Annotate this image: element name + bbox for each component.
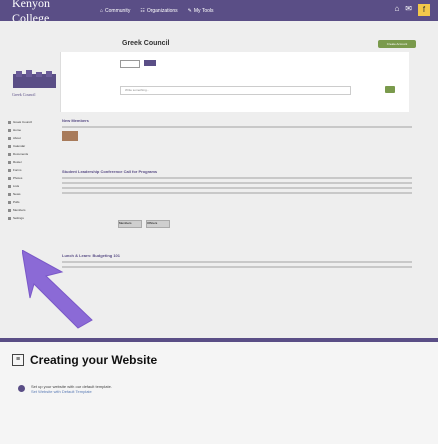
member-select[interactable] — [120, 60, 140, 68]
post-title[interactable]: Student Leadership Conference Call for P… — [62, 169, 412, 174]
nav-community[interactable]: ⌂ Community — [100, 8, 130, 14]
nav-my-tools[interactable]: ✎ My Tools — [188, 8, 214, 14]
facebook-icon[interactable]: f — [418, 4, 430, 16]
help-card-title: ≡ Creating your Website — [12, 353, 157, 367]
tab-officers[interactable]: Officers — [146, 220, 170, 228]
post-button[interactable] — [385, 86, 395, 93]
sidebar-item-settings[interactable]: Settings — [8, 214, 58, 222]
content-feed: New Members Student Leadership Conferenc… — [62, 118, 412, 271]
sidebar-item-photos[interactable]: Photos — [8, 174, 58, 182]
help-step: Set up your website with our default tem… — [18, 384, 338, 394]
step-link[interactable]: Set Website with Default Template — [31, 389, 112, 394]
post-text-line — [62, 177, 412, 179]
sidebar-header: Greek Council — [8, 118, 58, 126]
home-icon[interactable]: ⌂ — [394, 4, 399, 16]
sidebar-item-lists[interactable]: Lists — [8, 182, 58, 190]
sidebar-item-polls[interactable]: Polls — [8, 198, 58, 206]
sidebar-item-about[interactable]: About — [8, 134, 58, 142]
bell-icon[interactable]: ✉ — [405, 4, 412, 16]
sidebar-item-documents[interactable]: Documents — [8, 150, 58, 158]
nav-organizations[interactable]: ☷ Organizations — [140, 8, 177, 14]
divider — [62, 126, 412, 128]
sidebar-item-forms[interactable]: Forms — [8, 166, 58, 174]
tools-icon: ✎ — [187, 7, 192, 14]
logo-graphic-icon — [13, 70, 56, 88]
email-button[interactable] — [144, 60, 156, 66]
sidebar-item-calendar[interactable]: Calendar — [8, 142, 58, 150]
help-card-title-text: Creating your Website — [30, 353, 158, 367]
new-members-heading: New Members — [62, 118, 89, 123]
sidebar-item-members[interactable]: Members — [8, 206, 58, 214]
post-text-line — [62, 192, 412, 194]
home-icon: ⌂ — [100, 7, 104, 14]
create-account-button[interactable]: Create Account — [378, 40, 416, 48]
book-icon: ≡ — [12, 354, 24, 366]
header-controls — [120, 60, 156, 68]
sidebar-item-roster[interactable]: Roster — [8, 158, 58, 166]
sidebar-item-home[interactable]: Home — [8, 126, 58, 134]
group-icon: ☷ — [140, 7, 145, 14]
top-nav: ⌂ Community ☷ Organizations ✎ My Tools — [100, 8, 214, 14]
header-panel — [60, 52, 409, 112]
sidebar: Greek Council Home About Calendar Docume… — [8, 118, 58, 222]
post-input[interactable]: Write something... — [120, 86, 351, 95]
feed-tabs: Members Officers — [118, 220, 170, 228]
tab-members[interactable]: Members — [118, 220, 142, 228]
member-thumbnail[interactable] — [62, 131, 78, 141]
top-navigation-bar: Kenyon College ⌂ Community ☷ Organizations… — [0, 0, 438, 25]
sidebar-item-news[interactable]: News — [8, 190, 58, 198]
pointer-arrow-icon — [22, 250, 93, 329]
top-icons: ⌂ ✉ f — [394, 4, 430, 16]
post-text-line — [62, 182, 412, 184]
post-text-line — [62, 187, 412, 189]
step-text: Set up your website with our default tem… — [31, 384, 112, 394]
step-bullet-icon — [18, 385, 25, 392]
help-steps: Set up your website with our default tem… — [18, 384, 338, 394]
page-title: Greek Council — [122, 40, 170, 47]
logo-caption: Greek Council — [12, 92, 36, 97]
